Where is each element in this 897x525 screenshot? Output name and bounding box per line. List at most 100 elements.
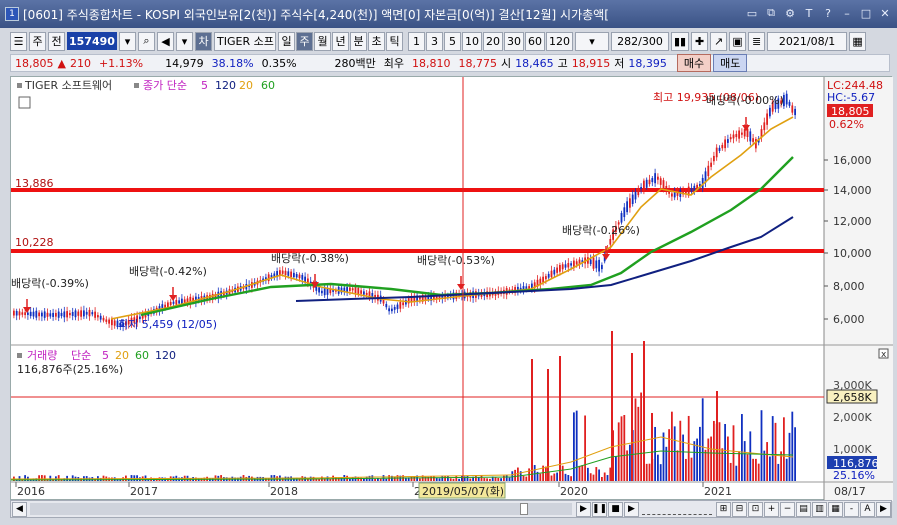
volume-bar xyxy=(729,462,732,481)
candle xyxy=(749,131,752,142)
save-icon[interactable]: ▣ xyxy=(729,31,747,51)
volume-bar xyxy=(794,427,796,481)
scroll-right-icon[interactable]: ▶ xyxy=(876,501,891,517)
candle xyxy=(74,310,77,318)
volume-bar xyxy=(752,458,754,481)
stock-chart[interactable]: TIGER 소프트웨어 종가 단순 5 120 20 60 LC:244.48 … xyxy=(10,77,893,501)
menu-icon[interactable]: ☰ xyxy=(10,31,27,51)
period-dropdown[interactable]: ▾ xyxy=(575,31,609,51)
dividend-note: 배당락(-0.26%) xyxy=(562,224,640,237)
maximize-icon[interactable]: □ xyxy=(858,5,874,21)
type-select[interactable]: 주 xyxy=(29,31,46,51)
restore-icon[interactable]: ▭ xyxy=(744,5,760,21)
chart-icon[interactable]: ↗ xyxy=(710,31,728,51)
candle xyxy=(629,198,631,208)
stock-code-input[interactable]: 157490 xyxy=(67,32,117,50)
pause-icon[interactable]: ❚❚ xyxy=(592,501,607,517)
zoom-out-icon[interactable]: − xyxy=(780,501,795,517)
stop-icon[interactable]: ■ xyxy=(608,501,623,517)
period-button-4[interactable]: 분 xyxy=(350,31,367,51)
speed-slider[interactable] xyxy=(642,503,712,515)
search-icon[interactable]: ⌕ xyxy=(138,31,155,51)
period-button-2[interactable]: 월 xyxy=(314,31,331,51)
code-dropdown-icon[interactable]: ▾ xyxy=(119,31,136,51)
volume-bar xyxy=(466,475,469,481)
volume-bar xyxy=(785,458,788,481)
zoom-full-icon[interactable]: ⊟ xyxy=(732,501,747,517)
candle xyxy=(598,259,600,272)
dividend-note: 배당락(-0.00%) xyxy=(706,94,784,107)
interval-button-3[interactable]: 3 xyxy=(426,31,443,51)
volume-bar xyxy=(615,456,617,481)
speaker-icon[interactable]: ◀ xyxy=(157,31,174,51)
interval-button-10[interactable]: 10 xyxy=(462,31,482,51)
interval-button-5[interactable]: 5 xyxy=(444,31,461,51)
cross-icon[interactable]: ✚ xyxy=(691,31,709,51)
candle xyxy=(707,165,710,177)
prev-next-icon[interactable]: ▾ xyxy=(176,31,193,51)
zoom-fit-icon[interactable]: ⊞ xyxy=(716,501,731,517)
help-icon[interactable]: ? xyxy=(820,5,836,21)
volume-bar xyxy=(522,475,525,481)
candle xyxy=(113,320,116,326)
view-icon-2[interactable]: ▥ xyxy=(812,501,827,517)
interval-button-30[interactable]: 30 xyxy=(504,31,524,51)
x-axis-label: 2020 xyxy=(560,485,588,498)
volume-bar xyxy=(570,476,572,481)
calendar-icon[interactable]: ▦ xyxy=(849,31,867,51)
volume-bar xyxy=(385,478,388,481)
interval-button-120[interactable]: 120 xyxy=(546,31,573,51)
scroll-left-icon[interactable]: ◀ xyxy=(12,501,27,517)
interval-button-60[interactable]: 60 xyxy=(525,31,545,51)
candle xyxy=(71,311,74,316)
chart-type-icon[interactable]: 차 xyxy=(195,31,212,51)
volume-bar xyxy=(718,422,721,481)
volume-bar xyxy=(634,398,637,481)
font-decrease-icon[interactable]: - xyxy=(844,501,859,517)
minimize-icon[interactable]: – xyxy=(839,5,855,21)
close-icon[interactable]: ✕ xyxy=(877,5,893,21)
volume-bar xyxy=(769,456,771,481)
current-price-axis: 18,805 xyxy=(831,105,870,118)
period-button-6[interactable]: 틱 xyxy=(386,31,403,51)
all-button[interactable]: 전 xyxy=(48,31,65,51)
period-button-5[interactable]: 초 xyxy=(368,31,385,51)
sell-button[interactable]: 매도 xyxy=(713,54,748,72)
bar-icon[interactable]: ▮▮ xyxy=(671,31,690,51)
period-button-1[interactable]: 주 xyxy=(296,31,313,51)
candle xyxy=(298,274,301,279)
chart-scrollbar[interactable]: ◀ ▶ ❚❚ ■ ▶ ⊞ ⊟ ⊡ + − ▤ ▥ ▦ - A ▶ xyxy=(10,500,892,518)
scroll-track[interactable] xyxy=(30,503,572,515)
volume-bar xyxy=(374,478,376,481)
font-icon[interactable]: T xyxy=(801,5,817,21)
zoom-width-icon[interactable]: ⊡ xyxy=(748,501,763,517)
volume-bar xyxy=(561,465,564,481)
dock-icon[interactable]: ⧉ xyxy=(763,5,779,21)
period-button-3[interactable]: 년 xyxy=(332,31,349,51)
next-icon[interactable]: ▶ xyxy=(624,501,639,517)
candle xyxy=(94,311,96,318)
view-icon-1[interactable]: ▤ xyxy=(796,501,811,517)
candle xyxy=(738,130,740,139)
volume-bar xyxy=(469,478,472,481)
grid-toggle-icon[interactable] xyxy=(18,96,31,109)
candle xyxy=(97,315,99,318)
interval-button-20[interactable]: 20 xyxy=(483,31,503,51)
scroll-thumb[interactable] xyxy=(520,503,528,515)
volume-bar xyxy=(475,476,477,481)
date-input[interactable]: 2021/08/1 xyxy=(767,31,848,51)
interval-button-1[interactable]: 1 xyxy=(408,31,425,51)
play-icon[interactable]: ▶ xyxy=(576,501,591,517)
chart-area[interactable]: TIGER 소프트웨어 종가 단순 5 120 20 60 LC:244.48 … xyxy=(10,76,893,501)
period-button-0[interactable]: 일 xyxy=(278,31,295,51)
candle xyxy=(295,273,298,278)
candle xyxy=(785,93,788,105)
zoom-in-icon[interactable]: + xyxy=(764,501,779,517)
buy-button[interactable]: 매수 xyxy=(676,54,712,72)
view-icon-3[interactable]: ▦ xyxy=(828,501,843,517)
candle xyxy=(360,290,362,294)
legend-ma120: 120 xyxy=(215,79,236,92)
pin-icon[interactable]: ⚙ xyxy=(782,5,798,21)
list-icon[interactable]: ≣ xyxy=(748,31,766,51)
font-increase-icon[interactable]: A xyxy=(860,501,875,517)
